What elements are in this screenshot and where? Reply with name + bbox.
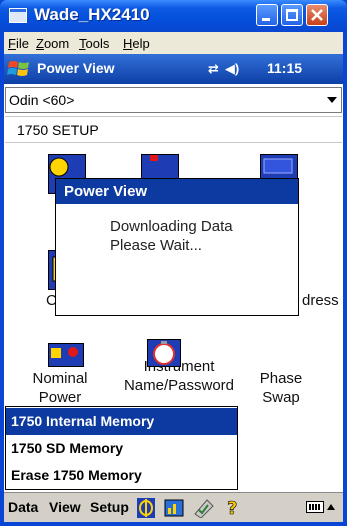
nav-title[interactable]: Power View	[37, 60, 115, 76]
help-icon[interactable]: ?	[225, 498, 241, 518]
memory-icon[interactable]	[48, 343, 84, 367]
menu-tools[interactable]: Tools	[79, 36, 109, 51]
dialog-message-line1: Downloading Data	[110, 218, 233, 235]
minimize-button[interactable]	[256, 4, 278, 26]
menu-file[interactable]: File	[8, 36, 29, 51]
device-screen: Power View ⇄ ◀) 11:15 Odin <60> 1750 SETU…	[4, 54, 343, 522]
popup-item-label: 1750 Internal Memory	[11, 413, 155, 429]
popup-item-erase-memory[interactable]: Erase 1750 Memory	[6, 462, 237, 489]
menu-zoom[interactable]: Zoom	[36, 36, 69, 51]
device-select[interactable]: Odin <60>	[5, 87, 342, 113]
popup-item-label: Erase 1750 Memory	[11, 467, 142, 483]
meter-chart-icon[interactable]	[164, 498, 184, 518]
device-select-value: Odin <60>	[9, 92, 75, 108]
address-label: dress	[302, 292, 339, 309]
volume-icon: ◀)	[224, 61, 240, 76]
title-bar[interactable]: Wade_HX2410	[0, 0, 347, 32]
section-header: 1750 SETUP	[5, 116, 342, 143]
menu-data[interactable]: Data	[8, 499, 38, 515]
menu-help[interactable]: Help	[123, 36, 150, 51]
phase-swap-label: Phase Swap	[256, 369, 306, 407]
dialog-title-bar: Power View	[56, 179, 298, 204]
svg-text:?: ?	[227, 498, 237, 518]
app-window-icon	[9, 8, 27, 23]
connectivity-icon: ⇄	[208, 61, 219, 76]
downloading-dialog: Power View Downloading Data Please Wait.…	[55, 178, 299, 316]
memory-icon-art	[51, 347, 78, 358]
timer-icon[interactable]	[147, 339, 181, 367]
chevron-up-icon[interactable]	[327, 504, 335, 510]
nominal-power-label-line1: Nominal	[32, 370, 88, 387]
dialog-message: Downloading Data Please Wait...	[110, 217, 233, 255]
client-area: File Zoom Tools Help Power View ⇄ ◀) 11:1…	[4, 32, 343, 522]
popup-item-internal-memory[interactable]: 1750 Internal Memory	[6, 408, 237, 435]
power-symbol-icon[interactable]	[137, 498, 155, 518]
stopwatch-icon	[153, 341, 175, 365]
close-icon	[311, 9, 323, 21]
popup-item-sd-memory[interactable]: 1750 SD Memory	[6, 435, 237, 462]
memory-popup-menu: 1750 Internal Memory 1750 SD Memory Eras…	[5, 406, 238, 490]
instrument-label-line2: Name/Password	[123, 377, 235, 394]
keyboard-icon[interactable]	[306, 501, 324, 513]
clock-time[interactable]: 11:15	[267, 60, 302, 76]
phase-swap-label-line2: Swap	[262, 389, 300, 406]
app-window: Wade_HX2410 File Zoom Tools Help Power V…	[0, 0, 347, 526]
menu-setup[interactable]: Setup	[90, 499, 129, 515]
maximize-button[interactable]	[281, 4, 303, 26]
command-bar: Data View Setup ?	[4, 492, 343, 522]
close-button[interactable]	[306, 4, 328, 26]
connectivity-status[interactable]: ⇄ ◀)	[208, 60, 245, 77]
navigation-bar: Power View ⇄ ◀) 11:15	[4, 54, 343, 84]
nominal-power-label: Nominal Power	[26, 369, 94, 407]
dialog-message-line2: Please Wait...	[110, 237, 202, 254]
menu-bar: File Zoom Tools Help	[4, 32, 343, 54]
chevron-down-icon	[327, 97, 337, 103]
popup-item-label: 1750 SD Memory	[11, 440, 124, 456]
checklist-icon[interactable]	[193, 498, 215, 518]
phase-swap-label-line1: Phase	[259, 370, 303, 387]
dialog-title: Power View	[64, 183, 148, 200]
menu-view[interactable]: View	[49, 499, 81, 515]
nominal-power-label-line2: Power	[38, 389, 82, 406]
windows-start-icon[interactable]	[7, 58, 31, 80]
section-title: 1750 SETUP	[17, 122, 99, 138]
window-title: Wade_HX2410	[34, 5, 150, 24]
